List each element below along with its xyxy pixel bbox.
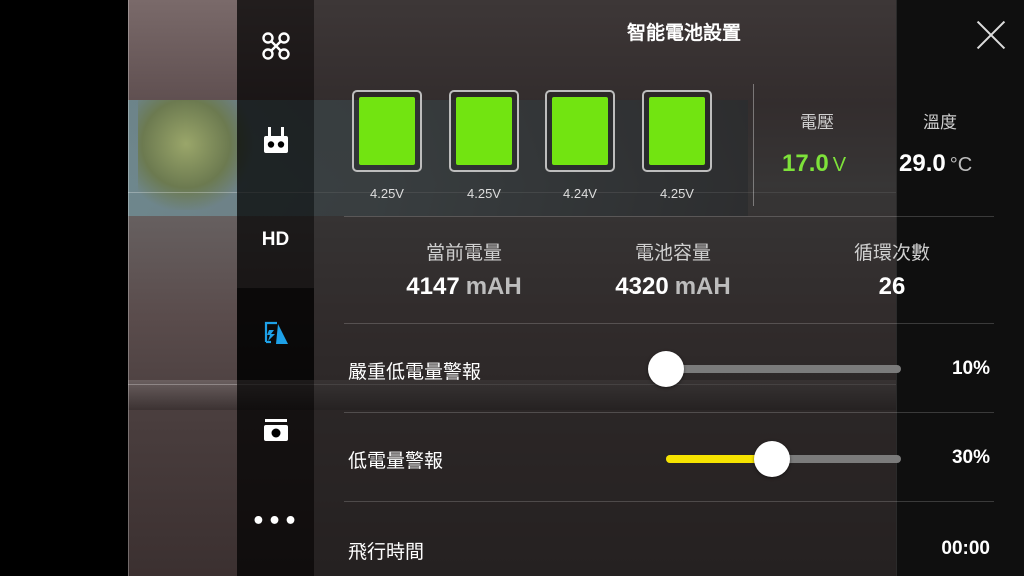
current-capacity-number: 4147 — [406, 273, 460, 300]
cell-charge-fill — [359, 97, 415, 165]
drone-icon — [261, 31, 291, 65]
battery-settings-panel: 智能電池設置 4.25V 4.25V 4.24V 4.25V 電壓 17.0 V … — [314, 0, 1024, 576]
cell-voltage: 4.25V — [370, 186, 404, 201]
flight-time-label: 飛行時間 — [348, 541, 425, 563]
battery-cell: 4.24V — [545, 90, 615, 201]
voltage-number: 17.0 — [782, 150, 829, 177]
battery-cell: 4.25V — [449, 90, 519, 201]
battery-cell-icon — [449, 90, 519, 172]
battery-cell: 4.25V — [642, 90, 712, 201]
battery-cell-icon — [642, 90, 712, 172]
temperature-number: 29.0 — [899, 150, 946, 177]
current-capacity-label: 當前電量 — [425, 242, 502, 264]
battery-cell-icon — [352, 90, 422, 172]
cell-charge-fill — [552, 97, 608, 165]
sidebar-item-camera[interactable] — [237, 386, 314, 478]
sidebar-item-battery[interactable] — [237, 288, 314, 380]
slider-handle[interactable] — [648, 351, 684, 387]
sidebar-item-aircraft[interactable] — [237, 2, 314, 94]
camera-grid-line — [128, 0, 129, 576]
current-capacity-unit: mAH — [465, 273, 522, 300]
full-capacity-label: 電池容量 — [634, 242, 711, 264]
divider — [753, 84, 754, 206]
critical-warning-label: 嚴重低電量警報 — [348, 361, 482, 383]
battery-cell: 4.25V — [352, 90, 422, 201]
camera-icon — [262, 416, 290, 448]
voltage-value: 17.0 V — [782, 150, 846, 178]
page-title: 智能電池設置 — [626, 22, 741, 44]
current-capacity-value: 4147 mAH — [384, 273, 544, 301]
close-button[interactable] — [974, 18, 1008, 52]
slider-handle[interactable] — [753, 441, 790, 477]
temperature-unit: °C — [949, 154, 973, 176]
low-warning-label: 低電量警報 — [348, 450, 444, 472]
cell-voltage: 4.25V — [467, 186, 501, 201]
full-capacity: 電池容量 4320 mAH — [593, 238, 753, 301]
sidebar-item-remote-controller[interactable] — [237, 97, 314, 189]
hd-label: HD — [261, 229, 290, 250]
full-capacity-number: 4320 — [615, 273, 669, 300]
divider — [344, 216, 994, 217]
voltage-label: 電壓 — [800, 113, 834, 133]
low-warning-value: 30% — [951, 447, 990, 468]
full-capacity-value: 4320 mAH — [593, 273, 753, 301]
low-warning-slider[interactable] — [666, 441, 901, 477]
divider — [344, 323, 994, 324]
critical-warning-slider[interactable] — [648, 351, 901, 387]
cell-charge-fill — [649, 97, 705, 165]
battery-settings-icon — [260, 316, 292, 352]
cell-voltage: 4.25V — [660, 186, 694, 201]
cell-charge-fill — [456, 97, 512, 165]
divider — [344, 412, 994, 413]
more-icon: ••• — [251, 509, 300, 534]
temperature-label: 溫度 — [923, 113, 957, 133]
sidebar-item-more[interactable]: ••• — [237, 482, 314, 574]
battery-cell-icon — [545, 90, 615, 172]
sidebar-item-hd[interactable]: HD — [237, 194, 314, 286]
cycle-count-label: 循環次數 — [853, 242, 930, 264]
cell-voltage: 4.24V — [563, 186, 597, 201]
full-capacity-unit: mAH — [674, 273, 731, 300]
temperature-value: 29.0 °C — [899, 150, 972, 178]
flight-time-value: 00:00 — [941, 538, 990, 559]
current-capacity: 當前電量 4147 mAH — [384, 238, 544, 301]
critical-warning-value: 10% — [951, 358, 990, 379]
settings-sidebar: HD ••• — [237, 0, 314, 576]
cycle-count: 循環次數 26 — [812, 238, 972, 301]
remote-controller-icon — [261, 125, 291, 161]
voltage-unit: V — [832, 154, 847, 176]
divider — [344, 501, 994, 502]
cycle-count-value: 26 — [878, 273, 906, 300]
